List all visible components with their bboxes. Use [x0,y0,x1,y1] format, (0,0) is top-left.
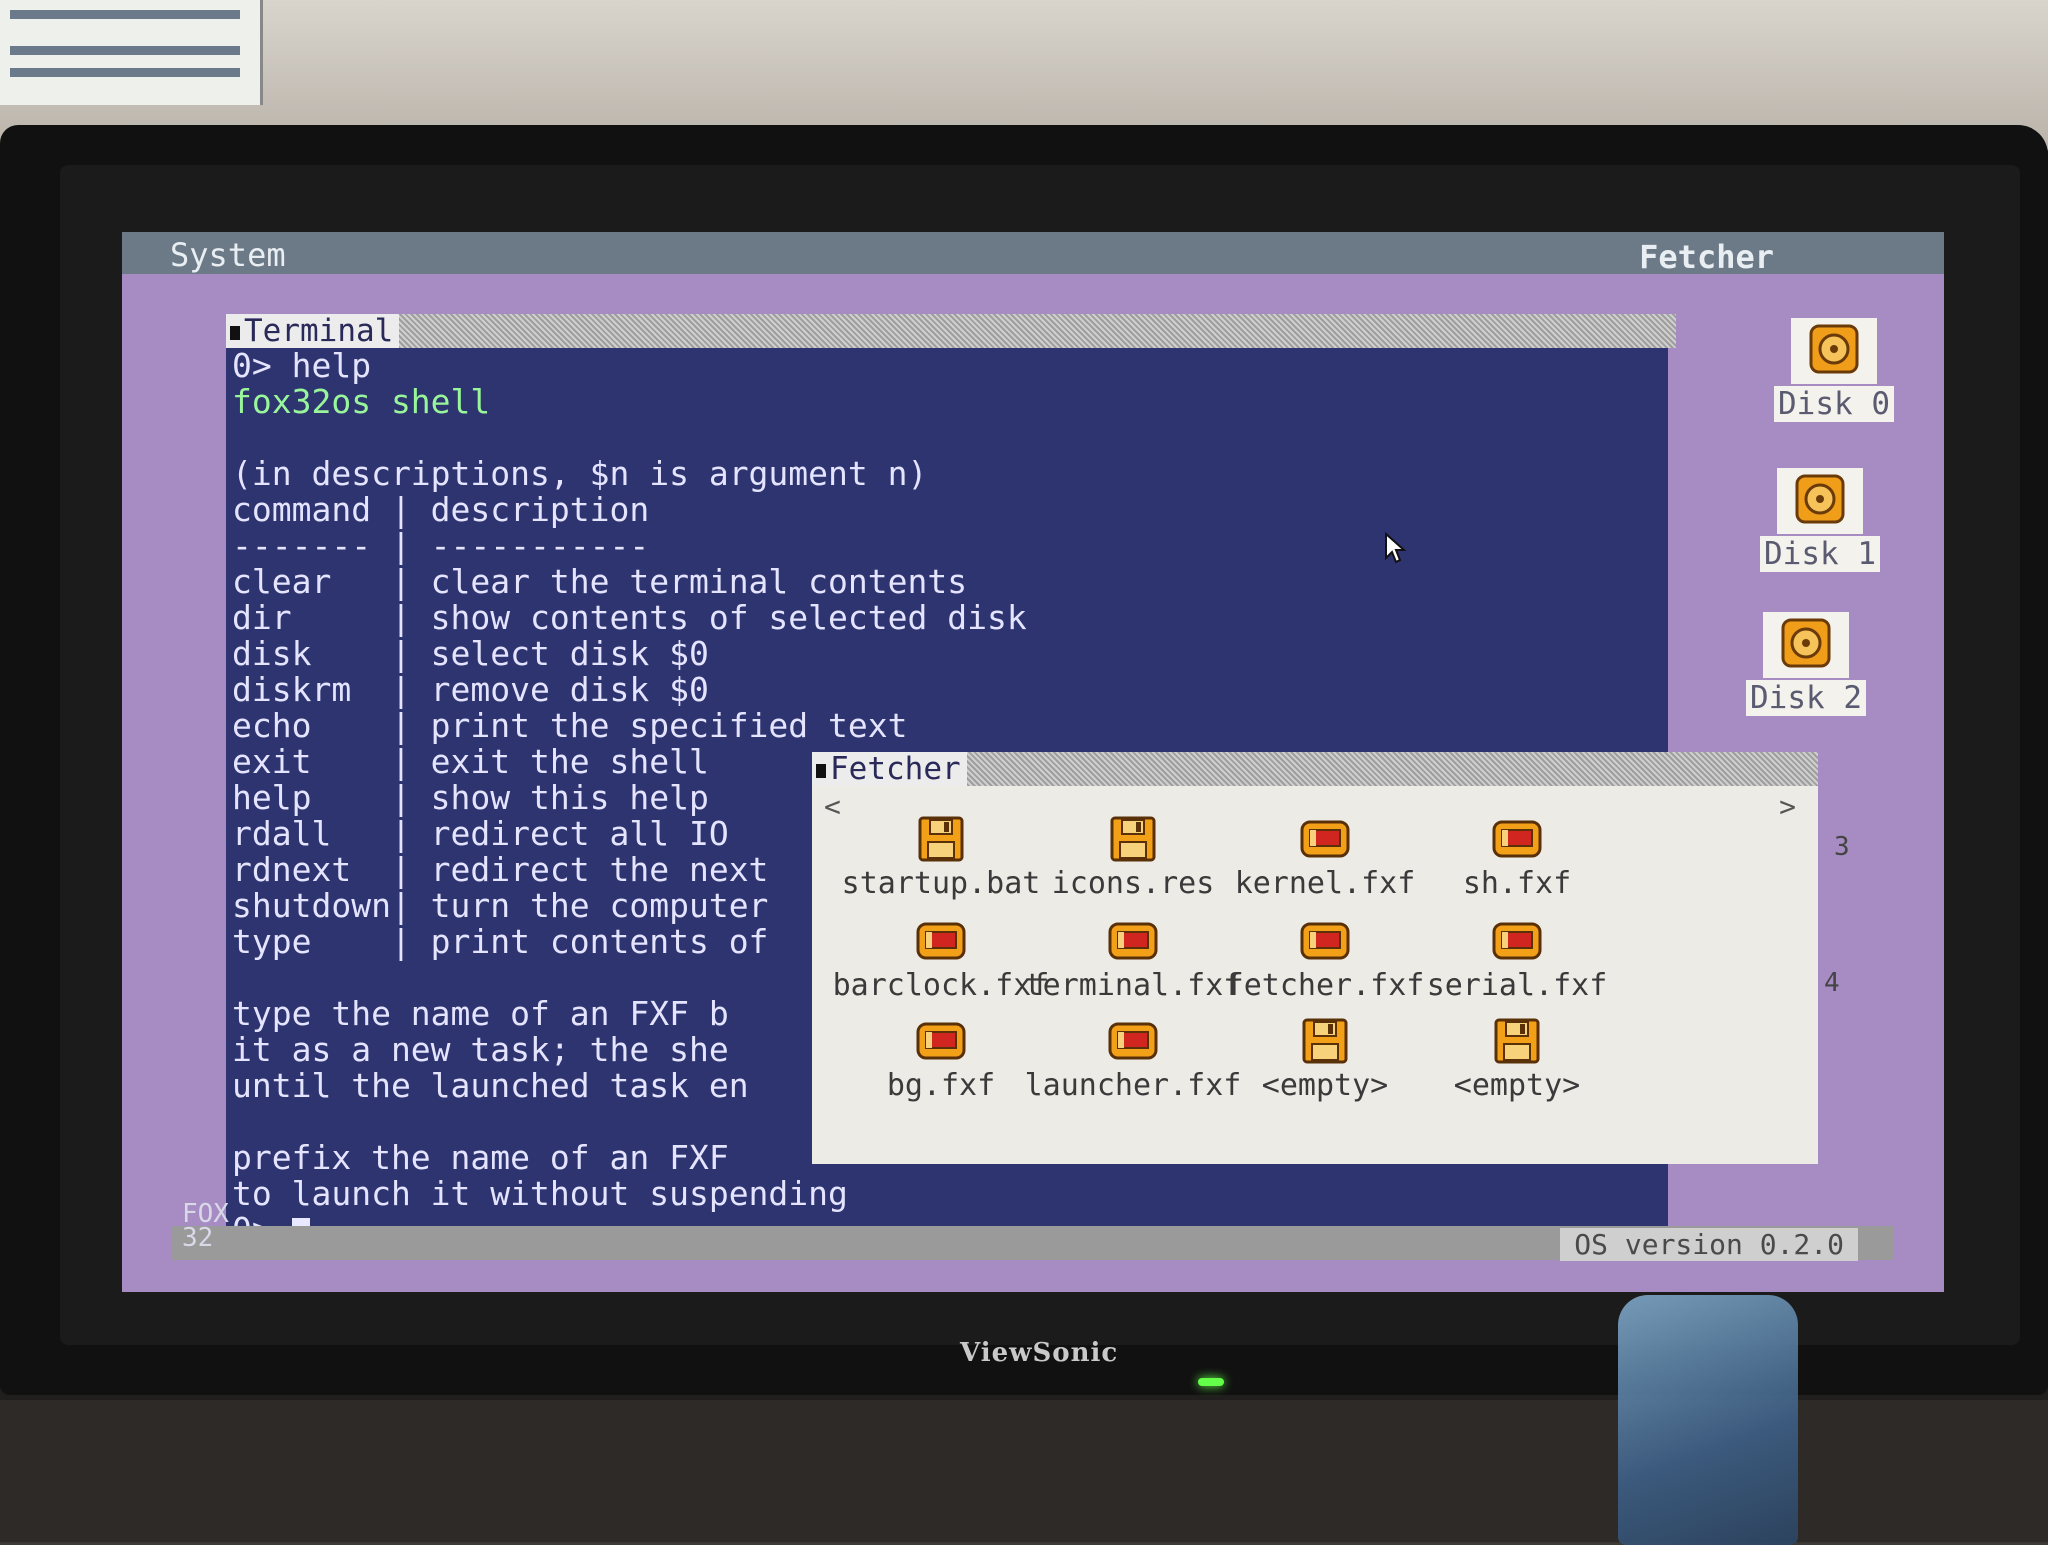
wall-poster [0,0,263,105]
terminal-titlebar[interactable]: Terminal [226,314,1676,348]
monitor-brand: ViewSonic [960,1338,1119,1368]
terminal-line: (in descriptions, $n is argument n) [232,454,928,493]
side-number: 4 [1824,968,1840,998]
executable-icon [1106,918,1160,964]
terminal-line: 0> help [232,346,372,385]
executable-icon [1298,918,1352,964]
os-version: OS version 0.2.0 [1560,1228,1858,1261]
disk-label: Disk 0 [1774,386,1894,422]
terminal-line: dir | show contents of selected disk [232,598,1027,637]
file-item[interactable]: sh.fxf [1396,816,1638,901]
disk-label: Disk 1 [1760,536,1880,572]
floppy-icon [1298,1018,1352,1064]
floppy-icon [914,816,968,862]
fetcher-window[interactable]: Fetcher < > startup.bat icons.res kernel.f… [812,752,1818,1164]
file-name: serial.fxf [1426,968,1608,1003]
file-item[interactable]: <empty> [1396,1018,1638,1103]
menu-system[interactable]: System [170,236,286,274]
page-next-button[interactable]: > [1779,790,1796,823]
disk-1-icon-group[interactable]: Disk 1 [1760,468,1880,572]
terminal-line: ------- | ----------- [232,526,650,565]
executable-icon [1490,918,1544,964]
menu-active-app[interactable]: Fetcher [1639,238,1774,276]
power-led [1198,1378,1224,1386]
desktop: System Fetcher Terminal 0> help fox32os s… [122,232,1944,1292]
disk-icon [1781,618,1831,668]
fox32-logo: FOX 32 [182,1199,229,1253]
window-close-box[interactable] [816,763,826,778]
executable-icon [914,918,968,964]
terminal-line: clear | clear the terminal contents [232,562,968,601]
executable-icon [1106,1018,1160,1064]
disk-icon [1795,474,1845,524]
file-item[interactable]: serial.fxf [1396,918,1638,1003]
window-close-box[interactable] [230,325,240,340]
disk-label: Disk 2 [1746,680,1866,716]
floppy-icon [1106,816,1160,862]
fetcher-title: Fetcher [812,752,967,786]
file-name: <empty> [1453,1068,1581,1103]
disk-icon [1809,324,1859,374]
fetcher-titlebar[interactable]: Fetcher [812,752,1818,786]
usb-device [1618,1295,1798,1545]
floppy-icon [1490,1018,1544,1064]
executable-icon [1298,816,1352,862]
disk-0-icon-group[interactable]: Disk 0 [1774,318,1894,422]
executable-icon [914,1018,968,1064]
menu-bar: System Fetcher [122,232,1944,276]
terminal-line: echo | print the specified text [232,706,908,745]
disk-2-icon-group[interactable]: Disk 2 [1746,612,1866,716]
terminal-line: to launch it without suspending [232,1174,848,1213]
file-name: sh.fxf [1462,866,1572,901]
fetcher-content: < > startup.bat icons.res kernel.fxf sh.fxf… [812,786,1818,1164]
executable-icon [1490,816,1544,862]
terminal-line: diskrm | remove disk $0 [232,670,709,709]
terminal-line: disk | select disk $0 [232,634,709,673]
mouse-pointer-icon [1385,532,1406,564]
terminal-title: Terminal [226,314,400,348]
side-number: 3 [1834,832,1850,862]
terminal-line: fox32os shell [232,382,491,421]
terminal-line: command | description [232,490,650,529]
